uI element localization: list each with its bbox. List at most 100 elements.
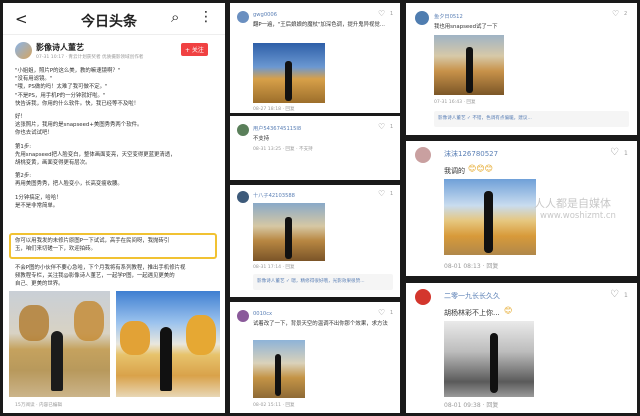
comment-card-7: 二零一九长长久久 ♡ 1 胡杨林彩不上你... 😊 08-01 09:38 · … [406,283,637,413]
body-line: 1分钟搞定，哈哈！ [15,194,62,201]
back-icon[interactable]: < [15,10,28,28]
emoji: 😊😊😊 [468,164,494,173]
comment-time: 08-31 13:25 · 回复 · 不支持 [253,147,313,152]
comment-time: 07-31 16:43 · 回复 [434,100,476,105]
like-icon[interactable]: ♡ [378,308,385,317]
comment-card-6: 沫沫126780527 ♡ 1 我调的 😊😊😊 人人都是自媒体 www.wosh… [406,141,637,276]
body-line: "不是PS，用手机P的一分钟就好啦。" [15,92,106,99]
watermark-1: 人人都是自媒体 [534,197,611,210]
comment-photo[interactable] [434,35,504,95]
comment-text: 试着改了一下，背景天空的温调不出你那个效果，求方法 [253,321,388,327]
watermark-2: www.woshizmt.cn [540,211,616,221]
reply-text: 影像诗人董艺 ✓ 不错，色调有点偏暖。建议... [438,116,532,121]
like-icon[interactable]: ♡ [610,289,619,300]
body-line: 第2步: [15,173,32,180]
comment-time: 08-27 18:18 · 回复 [253,107,295,112]
comment-user[interactable]: 十八子42103588 [253,192,295,199]
author-avatar[interactable] [15,42,32,59]
tail-line: 频教程专栏，关注我@影像诗人董艺，一起学P图，一起遇见更美的 [15,273,175,280]
body-line: 快告诉我，你用的什么软件。快，我已经等不及啦！ [15,100,139,107]
figure-icon [484,191,493,253]
tail-line: 不会P图的小伙伴不要心急哈，下个月我将有系列教程，推出手机修片视 [15,265,186,271]
article-meta: 07-31 10:17 · 青云计划获奖者 优质摄影领域创作者 [36,55,144,60]
comment-photo[interactable] [253,43,325,103]
comment-photo[interactable] [253,340,305,398]
author-reply[interactable]: 影像诗人董艺 ✓ 不错，色调有点偏暖。建议... [434,111,629,127]
like-icon[interactable]: ♡ [378,189,385,198]
article-footer: 15万阅读 · 内容已编辑 [15,403,62,408]
comment-user[interactable]: 二零一九长长久久 [444,291,500,301]
follow-button[interactable]: + 关注 [181,43,208,56]
comment-text: 翻P一遍，"王后娘娘的魔杖"加深色调，提升鬼异视觉... [253,22,385,28]
comment-time: 08-01 09:38 · 回复 [444,402,499,409]
avatar[interactable] [415,147,431,163]
comment-user[interactable]: 鱼夕日0512 [434,13,463,20]
avatar[interactable] [237,191,249,203]
like-icon[interactable]: ♡ [378,9,385,18]
comment-user[interactable]: 0010cx [253,311,272,317]
avatar[interactable] [237,11,249,23]
comment-card-4: 0010cx ♡ 1 试着改了一下，背景天空的温调不出你那个效果，求方法 08-… [230,302,400,413]
body-line: 胡桃变黄，画面变得更有层次。 [15,160,91,167]
author-reply[interactable]: 影像诗人董艺 ✓ 嗯，精修得很好哦，光影效果很赞... [253,274,393,290]
article-body: "小姐姐，照片P的这么美，教的嘛速镜啊？" "没有用滤镜。" "哦，PS做的吗！… [15,67,219,210]
emoji: 😊 [504,306,513,315]
comment-time: 08-01 08:13 · 回复 [444,263,499,270]
search-icon[interactable]: ⌕ [171,8,179,26]
body-line: "哦，PS做的吗！太难了我可做不定。" [15,84,108,91]
highlight-line: 你可以用我发的未修片原图P一下试试，高手在民间呀，我抛砖引 [15,238,170,244]
like-icon[interactable]: ♡ [378,122,385,131]
figure-icon [490,333,498,393]
body-line: 先用snapseed把人脸变白，整体画面变亮，天空变得更蓝更清透， [15,151,176,158]
article-panel: < 今日头条 ⌕ ⋮ 影像诗人董艺 + 关注 07-31 10:17 · 青云计… [3,3,225,413]
comment-user[interactable]: gwg0006 [253,12,277,18]
comment-user[interactable]: 沫沫126780527 [444,149,498,159]
like-count: 1 [390,11,394,17]
like-icon[interactable]: ♡ [612,9,619,18]
comment-card-2: 用户5436745115I8 ♡ 1 不支持 08-31 13:25 · 回复 … [230,116,400,180]
comment-time: 08-31 17:14 · 回复 [253,265,295,270]
body-line: 你也去试试吧！ [15,130,53,137]
comment-text: 不支持 [253,136,270,142]
comment-photo[interactable] [444,179,536,255]
comment-time: 08-02 15:11 · 回复 [253,403,295,408]
like-count: 1 [390,191,394,197]
highlight-line: 玉，咱们来切磋一下，欢迎拍砖。 [15,246,96,253]
like-count: 1 [390,124,394,130]
comment-card-1: gwg0006 ♡ 1 翻P一遍，"王后娘娘的魔杖"加深色调，提升鬼异视觉...… [230,3,400,113]
figure-icon [51,331,63,391]
body-line: 好！ [15,114,26,121]
body-line: 再用美图秀秀，把人脸变小，长高变瘦收腰。 [15,181,123,188]
comment-text: 胡杨林彩不上你... [444,309,500,317]
body-line: "小姐姐，照片P的这么美，教的嘛速镜啊？" [15,68,121,74]
figure-icon [285,61,292,101]
photo-after[interactable] [116,291,220,397]
more-icon[interactable]: ⋮ [199,9,213,25]
avatar[interactable] [415,289,431,305]
comment-photo[interactable] [253,203,325,261]
comment-photo[interactable] [444,321,534,397]
app-title: 今日头条 [81,14,137,30]
comment-card-5: 鱼夕日0512 ♡ 2 我也用snapseed试了一下 07-31 16:43 … [406,3,637,135]
comment-text: 我调的 [444,167,465,175]
avatar[interactable] [415,11,429,25]
comment-user[interactable]: 用户5436745115I8 [253,125,301,132]
photo-before[interactable] [9,291,110,397]
like-count: 2 [624,11,628,17]
tail-text: 不会P图的小伙伴不要心急哈，下个月我将有系列教程，推出手机修片视 频教程专栏，关… [15,264,219,289]
comment-card-3: 十八子42103588 ♡ 1 08-31 17:14 · 回复 影像诗人董艺 … [230,185,400,297]
figure-icon [285,217,292,259]
author-name[interactable]: 影像诗人董艺 [36,42,84,53]
comment-text: 我也用snapseed试了一下 [434,24,498,30]
avatar[interactable] [237,310,249,322]
tail-line: 自己、更美的世界。 [15,281,64,288]
figure-icon [275,354,281,396]
avatar[interactable] [237,124,249,136]
body-line: "没有用滤镜。" [15,76,53,83]
like-icon[interactable]: ♡ [610,147,619,158]
article-header: < 今日头条 ⌕ ⋮ [3,3,225,35]
reply-text: 影像诗人董艺 ✓ 嗯，精修得很好哦，光影效果很赞... [257,279,365,284]
highlight-text: 你可以用我发的未修片原图P一下试试，高手在民间呀，我抛砖引 玉，咱们来切磋一下，… [15,237,215,253]
like-count: 1 [390,310,394,316]
like-count: 1 [624,292,628,299]
